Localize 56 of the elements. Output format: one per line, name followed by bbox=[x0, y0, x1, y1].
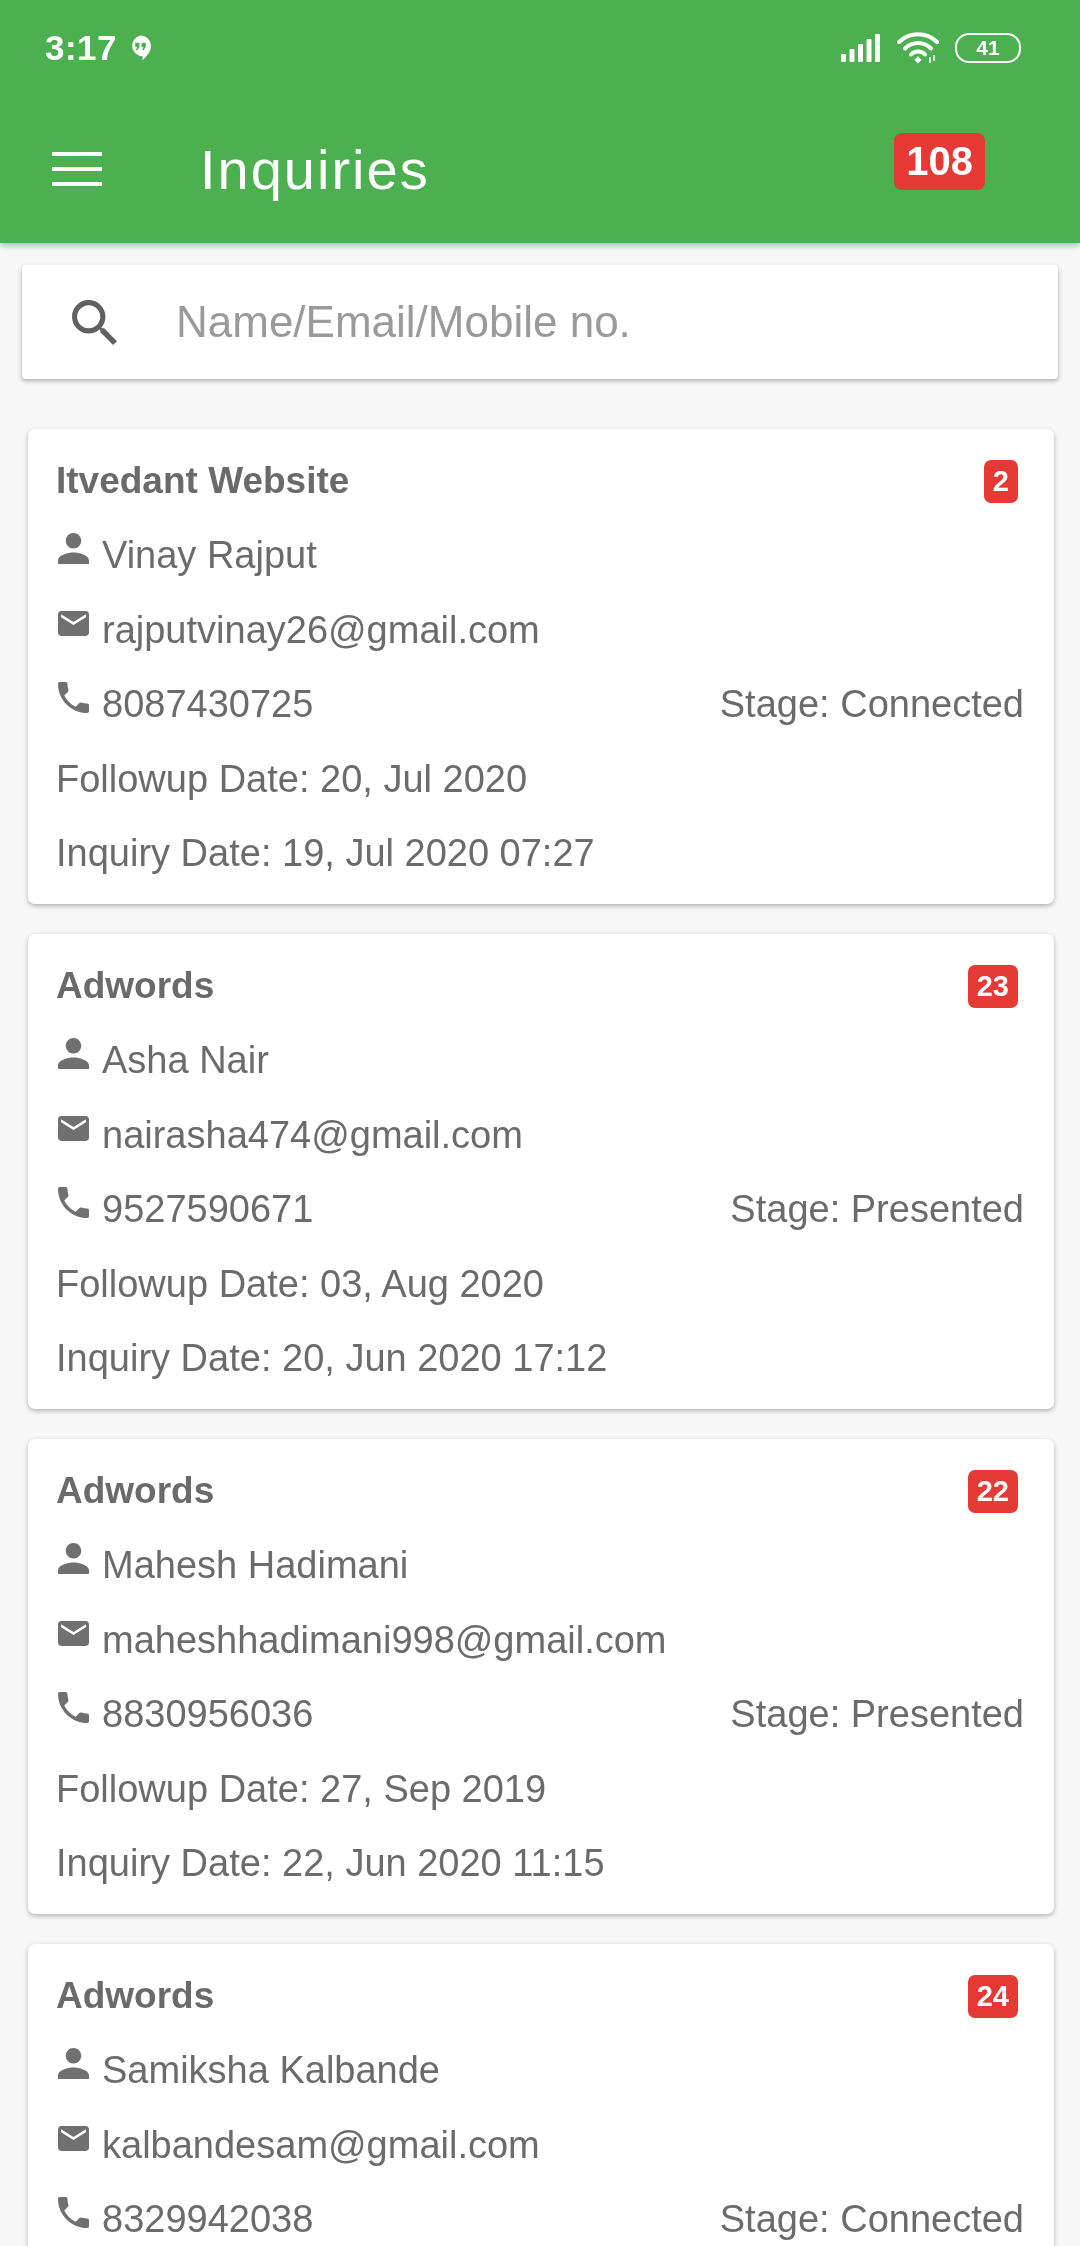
inquiry-source: Itvedant Website bbox=[56, 460, 350, 503]
wifi-icon bbox=[897, 31, 939, 64]
person-icon bbox=[58, 533, 89, 565]
count-badge: 108 bbox=[894, 132, 985, 190]
followup-date: Followup Date: 27, Sep 2019 bbox=[56, 1767, 547, 1811]
email-icon bbox=[58, 2125, 89, 2151]
menu-icon[interactable] bbox=[52, 152, 102, 186]
inquiry-card[interactable]: Itvedant Website 2 Vinay Rajput rajputvinay26@gmail.com 8087430725 Stage: Connected Followup Date: 20, Jul 2020 Inquiry Date: 19, Jul 2020 07:27 bbox=[28, 429, 1054, 904]
contact-email: kalbandesam@gmail.com bbox=[102, 2123, 540, 2167]
email-icon bbox=[58, 610, 89, 636]
inquiry-date: Inquiry Date: 19, Jul 2020 07:27 bbox=[56, 832, 595, 876]
contact-name: Samiksha Kalbande bbox=[102, 2049, 440, 2093]
inquiry-date: Inquiry Date: 20, Jun 2020 17:12 bbox=[56, 1337, 608, 1381]
count-badge: 22 bbox=[967, 1469, 1018, 1513]
contact-name: Asha Nair bbox=[102, 1039, 269, 1083]
search-icon bbox=[72, 300, 117, 345]
contact-name: Mahesh Hadimani bbox=[102, 1544, 409, 1588]
count-badge: 23 bbox=[967, 964, 1018, 1008]
inquiry-card[interactable]: Adwords 23 Asha Nair nairasha474@gmail.com 9527590671 Stage: Presented Followup Date: 03, Aug 2020 Inquiry Date: 20, Jun 2020 17:12 bbox=[28, 934, 1054, 1409]
stage-label: Stage: Presented bbox=[730, 1693, 1024, 1737]
followup-date: Followup Date: 20, Jul 2020 bbox=[56, 757, 528, 801]
contact-phone: 8830956036 bbox=[102, 1693, 314, 1737]
screen-title: Inquiries bbox=[200, 136, 430, 202]
status-time: 3:17 bbox=[45, 27, 118, 68]
phone-icon bbox=[58, 1187, 89, 1219]
contact-phone: 9527590671 bbox=[102, 1188, 314, 1232]
contact-email: rajputvinay26@gmail.com bbox=[102, 608, 540, 652]
stage-label: Stage: Presented bbox=[730, 1188, 1024, 1232]
phone-icon bbox=[58, 682, 89, 714]
inquiry-card[interactable]: Adwords 22 Mahesh Hadimani maheshhadimani998@gmail.com 8830956036 Stage: Presented Followup Date: 27, Sep 2019 Inquiry Date: 22, Jun 2020 11:15 bbox=[28, 1439, 1054, 1914]
phone-icon bbox=[58, 2197, 89, 2229]
stage-label: Stage: Connected bbox=[719, 683, 1024, 727]
person-icon bbox=[58, 1543, 89, 1575]
inquiry-source: Adwords bbox=[56, 1975, 215, 2018]
contact-email: maheshhadimani998@gmail.com bbox=[102, 1618, 667, 1662]
contact-phone: 8087430725 bbox=[102, 683, 314, 727]
contact-email: nairasha474@gmail.com bbox=[102, 1113, 523, 1157]
followup-date: Followup Date: 03, Aug 2020 bbox=[56, 1262, 544, 1306]
contact-name: Vinay Rajput bbox=[102, 534, 317, 578]
contact-phone: 8329942038 bbox=[102, 2198, 314, 2242]
search-field[interactable]: Name/Email/Mobile no. bbox=[22, 265, 1058, 379]
inquiry-source: Adwords bbox=[56, 965, 215, 1008]
count-badge: 2 bbox=[983, 459, 1018, 503]
signal-icon bbox=[841, 33, 881, 62]
email-icon bbox=[58, 1115, 89, 1141]
phone-icon bbox=[58, 1692, 89, 1724]
battery-indicator: 41 bbox=[955, 32, 1021, 63]
chat-bubble-icon bbox=[130, 34, 152, 61]
email-icon bbox=[58, 1620, 89, 1646]
inquiry-date: Inquiry Date: 22, Jun 2020 11:15 bbox=[56, 1842, 605, 1886]
inquiry-source: Adwords bbox=[56, 1470, 215, 1513]
inquiry-card[interactable]: Adwords 24 Samiksha Kalbande kalbandesam@gmail.com 8329942038 Stage: Connected bbox=[28, 1944, 1054, 2246]
count-badge: 24 bbox=[967, 1974, 1018, 2018]
person-icon bbox=[58, 1038, 89, 1070]
person-icon bbox=[58, 2048, 89, 2080]
stage-label: Stage: Connected bbox=[719, 2198, 1024, 2242]
